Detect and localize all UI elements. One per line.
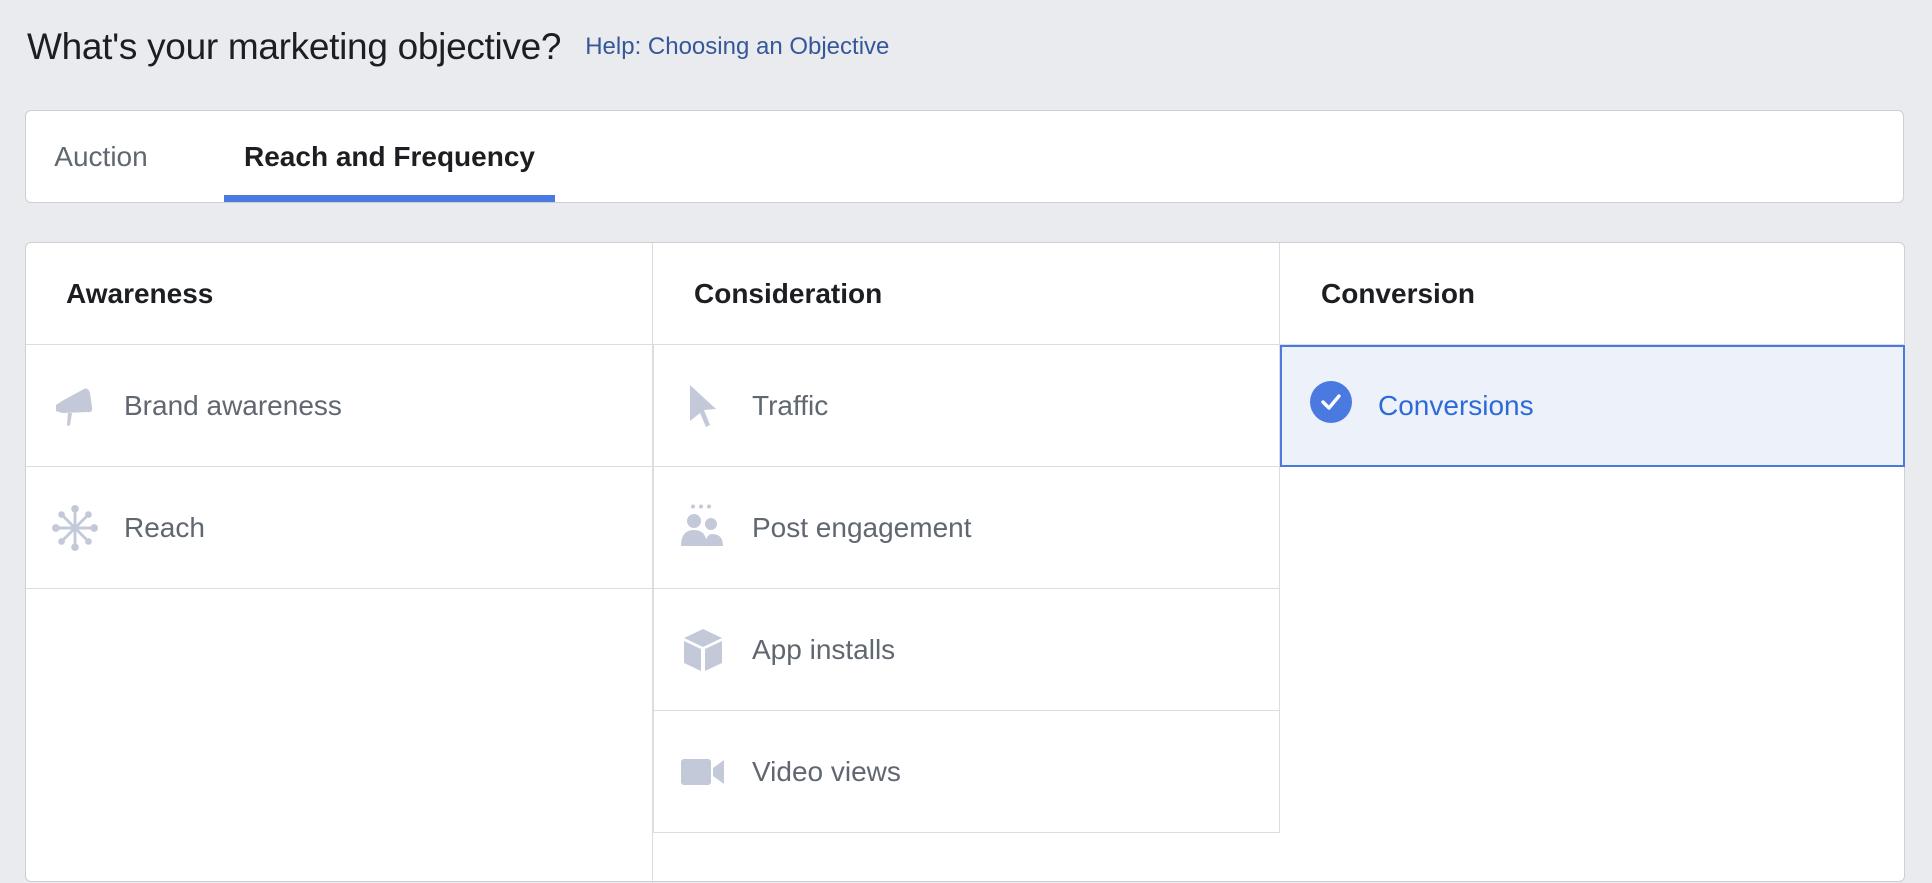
column-conversion: Conversion Conversions xyxy=(1279,243,1905,467)
reach-icon xyxy=(51,504,99,552)
megaphone-icon xyxy=(51,382,99,430)
column-awareness: Awareness Brand awareness Reach xyxy=(26,243,653,883)
objective-reach[interactable]: Reach xyxy=(26,467,652,589)
objective-video-views[interactable]: Video views xyxy=(653,711,1280,833)
objective-grid: Awareness Brand awareness Reach Consider… xyxy=(25,242,1905,883)
buying-type-tabs: Auction Reach and Frequency xyxy=(25,110,1904,203)
objective-app-installs[interactable]: App installs xyxy=(653,589,1280,711)
objective-label: Reach xyxy=(124,511,205,543)
help-link[interactable]: Help: Choosing an Objective xyxy=(585,33,889,61)
column-heading-consideration: Consideration xyxy=(653,243,1280,345)
page-title: What's your marketing objective? xyxy=(27,26,562,67)
objective-post-engagement[interactable]: Post engagement xyxy=(653,467,1280,589)
objective-brand-awareness[interactable]: Brand awareness xyxy=(26,345,652,467)
objective-label: Traffic xyxy=(752,389,829,421)
objective-label: Brand awareness xyxy=(124,389,342,421)
box-icon xyxy=(679,626,727,674)
check-circle-icon xyxy=(1307,381,1355,430)
column-heading-conversion: Conversion xyxy=(1280,243,1905,345)
objective-label: Post engagement xyxy=(752,511,972,543)
tab-reach-and-frequency[interactable]: Reach and Frequency xyxy=(224,111,555,202)
tab-auction[interactable]: Auction xyxy=(26,111,176,202)
header: What's your marketing objective? Help: C… xyxy=(27,22,889,72)
objective-label: Conversions xyxy=(1378,390,1534,421)
objective-conversions[interactable]: Conversions xyxy=(1280,345,1905,467)
objective-traffic[interactable]: Traffic xyxy=(653,345,1280,467)
active-tab-indicator xyxy=(224,195,555,202)
objective-label: App installs xyxy=(752,633,896,665)
column-heading-awareness: Awareness xyxy=(26,243,652,345)
column-consideration: Consideration Traffic Post engagement Ap… xyxy=(653,243,1280,833)
objective-label: Video views xyxy=(752,755,901,787)
people-icon xyxy=(679,504,727,552)
video-camera-icon xyxy=(679,748,727,796)
cursor-icon xyxy=(679,382,727,430)
